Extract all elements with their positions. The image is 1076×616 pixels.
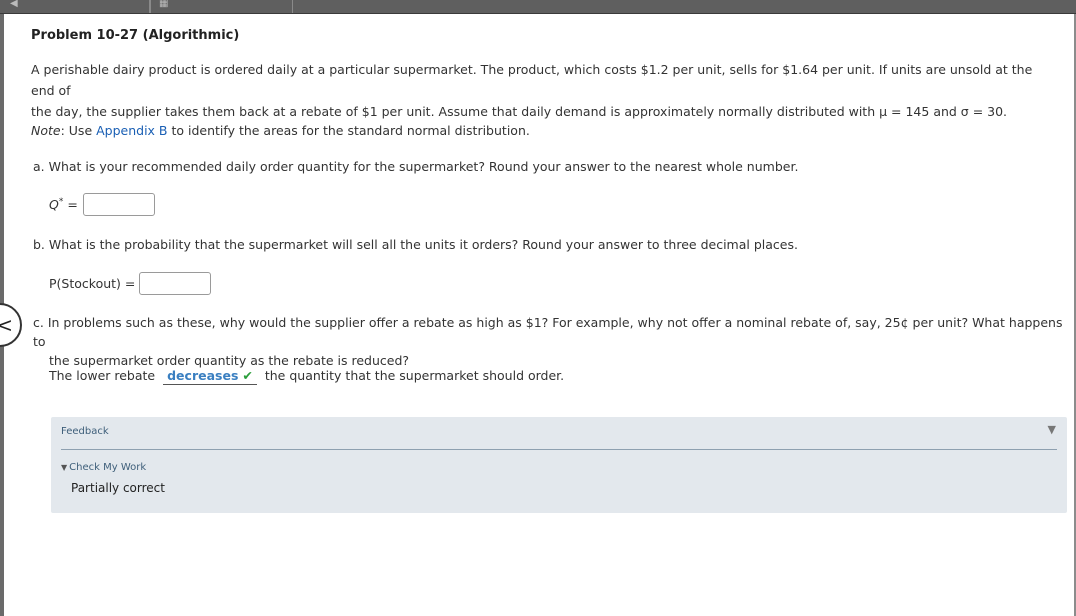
intro-line-1: A perishable dairy product is ordered da… (31, 62, 1033, 98)
calculator-icon: ▦ (159, 0, 169, 9)
note-label: Note (31, 123, 61, 138)
feedback-panel: Feedback ▼ ▼ Check My Work Partially corr… (51, 417, 1067, 513)
check-my-work-toggle[interactable]: ▼ Check My Work (61, 462, 146, 473)
answer-c-after: the quantity that the supermarket should… (264, 368, 565, 383)
feedback-toggle-icon[interactable]: ▼ (1048, 423, 1056, 436)
problem-title: Problem 10-27 (Algorithmic) (31, 28, 240, 43)
answer-c: The lower rebate decreases ✔ the quantity… (49, 368, 564, 385)
toolbar-tab-ebook[interactable]: ◀ (0, 0, 150, 13)
speaker-icon: ◀ (10, 0, 18, 9)
p-stockout-input[interactable] (139, 272, 211, 295)
appendix-b-link[interactable]: Appendix B (96, 123, 167, 138)
check-my-work-label: Check My Work (69, 462, 147, 473)
back-button[interactable]: < (0, 303, 22, 347)
chevron-left-icon: < (0, 313, 13, 337)
p-stockout-label: P(Stockout) = (49, 276, 136, 291)
feedback-divider (61, 449, 1057, 450)
q-equals: = (63, 197, 78, 213)
question-a: a. What is your recommended daily order … (33, 159, 799, 174)
note-text-before: : Use (60, 123, 97, 138)
q-label: Q (49, 197, 59, 213)
toolbar-tab-calculator[interactable]: ▦ (150, 0, 293, 13)
feedback-status: Partially correct (71, 481, 165, 495)
rebate-effect-dropdown[interactable]: decreases ✔ (163, 368, 257, 385)
correct-check-icon: ✔ (242, 368, 253, 383)
note-text-after: to identify the areas for the standard n… (167, 123, 530, 138)
q-star-input[interactable] (83, 193, 155, 216)
top-toolbar: ◀ ▦ (0, 0, 1076, 14)
intro-line-2: the day, the supplier takes them back at… (31, 104, 1008, 119)
answer-c-before: The lower rebate (49, 368, 156, 383)
note: Note: Use Appendix B to identify the are… (31, 123, 530, 138)
question-c-line-1: c. In problems such as these, why would … (33, 315, 1063, 349)
triangle-down-icon: ▼ (61, 463, 68, 472)
problem-intro: A perishable dairy product is ordered da… (31, 59, 1056, 122)
question-c: c. In problems such as these, why would … (33, 313, 1063, 370)
q-star-label: Q* = (49, 197, 78, 212)
rebate-effect-selected: decreases (167, 368, 239, 383)
feedback-title: Feedback (61, 426, 109, 437)
question-b: b. What is the probability that the supe… (33, 237, 798, 252)
